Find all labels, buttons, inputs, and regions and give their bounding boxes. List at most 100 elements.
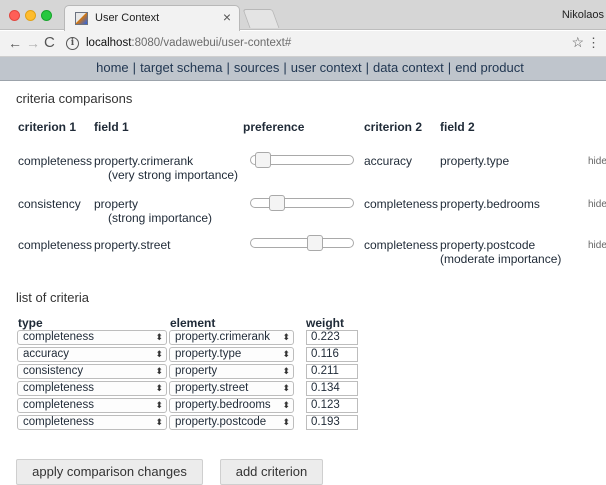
select-arrows-icon: ⬍ <box>282 417 290 427</box>
select-arrows-icon: ⬍ <box>282 400 290 410</box>
criteria-comparisons-title: criteria comparisons <box>16 91 133 106</box>
criterion-type-select[interactable]: completeness ⬍ <box>17 398 167 413</box>
tab-close-icon[interactable]: × <box>223 9 231 25</box>
criterion-type-select[interactable]: accuracy ⬍ <box>17 347 167 362</box>
criterion-element-select[interactable]: property.bedrooms ⬍ <box>169 398 294 413</box>
hide-comparison-link[interactable]: hide <box>588 199 606 210</box>
comparison-criterion-1: completeness <box>18 154 93 168</box>
new-tab-button[interactable] <box>242 9 280 28</box>
apply-comparison-changes-button[interactable]: apply comparison changes <box>16 459 203 485</box>
nav-separator: | <box>365 60 369 75</box>
header-field-1: field 1 <box>94 120 129 134</box>
criterion-weight-field[interactable]: 0.193 <box>306 415 358 430</box>
nav-user-context[interactable]: user context <box>291 60 362 75</box>
header-preference: preference <box>243 120 305 134</box>
criterion-weight-field[interactable]: 0.123 <box>306 398 358 413</box>
select-arrows-icon: ⬍ <box>155 349 163 359</box>
header-weight: weight <box>306 316 344 330</box>
url-host: localhost <box>86 37 132 49</box>
criterion-element-select[interactable]: property.type ⬍ <box>169 347 294 362</box>
nav-end-product[interactable]: end product <box>455 60 524 75</box>
browser-toolbar: ← → C i localhost:8080/vadawebui/user-co… <box>0 31 606 57</box>
select-arrows-icon: ⬍ <box>282 349 290 359</box>
criterion-weight-field[interactable]: 0.134 <box>306 381 358 396</box>
selected-value: completeness <box>23 399 94 411</box>
select-arrows-icon: ⬍ <box>155 366 163 376</box>
browser-tab-user-context[interactable]: User Context × <box>64 5 240 31</box>
selected-value: completeness <box>23 331 94 343</box>
comparison-criterion-2: completeness <box>364 197 439 211</box>
header-criterion-2: criterion 2 <box>364 120 423 134</box>
comparison-importance-note: (very strong importance) <box>108 168 239 182</box>
address-bar[interactable]: localhost:8080/vadawebui/user-context# <box>86 37 291 49</box>
preference-slider[interactable] <box>250 235 354 251</box>
page-favicon-icon <box>75 12 88 25</box>
bookmark-star-icon[interactable]: ☆ <box>571 34 584 51</box>
comparison-field-2: property.type <box>440 154 510 168</box>
comparison-field-2: property.bedrooms <box>440 197 540 211</box>
select-arrows-icon: ⬍ <box>155 400 163 410</box>
comparison-field-1: property.crimerank <box>94 154 194 168</box>
criterion-type-select[interactable]: consistency ⬍ <box>17 364 167 379</box>
selected-value: property.street <box>175 382 249 394</box>
profile-name[interactable]: Nikolaos <box>562 9 604 21</box>
tab-title: User Context <box>95 12 160 24</box>
selected-value: property.postcode <box>175 416 267 428</box>
add-criterion-button[interactable]: add criterion <box>220 459 323 485</box>
criterion-element-select[interactable]: property.street ⬍ <box>169 381 294 396</box>
preference-slider[interactable] <box>250 152 354 168</box>
nav-separator: | <box>226 60 230 75</box>
window-maximize-button[interactable] <box>41 10 52 21</box>
window-minimize-button[interactable] <box>25 10 36 21</box>
criterion-weight-field[interactable]: 0.116 <box>306 347 358 362</box>
criterion-weight-field[interactable]: 0.223 <box>306 330 358 345</box>
comparison-criterion-2: completeness <box>364 238 439 252</box>
url-path: :8080/vadawebui/user-context# <box>131 37 292 49</box>
comparison-importance-note: (moderate importance) <box>440 252 562 266</box>
comparison-criterion-2: accuracy <box>364 154 413 168</box>
criterion-element-select[interactable]: property.crimerank ⬍ <box>169 330 294 345</box>
list-of-criteria-title: list of criteria <box>16 290 89 305</box>
nav-separator: | <box>283 60 287 75</box>
nav-home[interactable]: home <box>96 60 129 75</box>
criterion-weight-field[interactable]: 0.211 <box>306 364 358 379</box>
preference-slider-thumb[interactable] <box>307 235 324 251</box>
selected-value: accuracy <box>23 348 70 360</box>
selected-value: property.crimerank <box>175 331 271 343</box>
selected-value: completeness <box>23 416 94 428</box>
selected-value: property.type <box>175 348 242 360</box>
header-type: type <box>18 316 43 330</box>
forward-arrow-icon[interactable]: → <box>26 35 40 51</box>
site-info-icon[interactable]: i <box>66 37 79 50</box>
preference-slider-thumb[interactable] <box>255 152 272 168</box>
nav-separator: | <box>447 60 452 75</box>
select-arrows-icon: ⬍ <box>282 366 290 376</box>
criterion-type-select[interactable]: completeness ⬍ <box>17 415 167 430</box>
comparison-importance-note: (strong importance) <box>108 211 213 225</box>
window-close-button[interactable] <box>9 10 20 21</box>
preference-slider-thumb[interactable] <box>268 195 285 211</box>
nav-separator: | <box>132 60 137 75</box>
select-arrows-icon: ⬍ <box>282 383 290 393</box>
header-element: element <box>170 316 216 330</box>
criterion-type-select[interactable]: completeness ⬍ <box>17 330 167 345</box>
back-arrow-icon[interactable]: ← <box>8 35 22 51</box>
hide-comparison-link[interactable]: hide <box>588 156 606 167</box>
criterion-element-select[interactable]: property.postcode ⬍ <box>169 415 294 430</box>
nav-target-schema[interactable]: target schema <box>140 60 222 75</box>
browser-tab-bar: User Context × Nikolaos <box>0 0 606 31</box>
comparison-criterion-1: consistency <box>18 197 81 211</box>
preference-slider[interactable] <box>250 195 354 211</box>
nav-sources[interactable]: sources <box>234 60 280 75</box>
nav-data-context[interactable]: data context <box>373 60 444 75</box>
select-arrows-icon: ⬍ <box>155 332 163 342</box>
select-arrows-icon: ⬍ <box>155 383 163 393</box>
hide-comparison-link[interactable]: hide <box>588 240 606 251</box>
selected-value: consistency <box>23 365 84 377</box>
criterion-element-select[interactable]: property ⬍ <box>169 364 294 379</box>
select-arrows-icon: ⬍ <box>282 332 290 342</box>
reload-icon[interactable]: C <box>44 35 55 51</box>
browser-menu-icon[interactable]: ⋮ <box>587 35 600 51</box>
comparison-criterion-1: completeness <box>18 238 93 252</box>
criterion-type-select[interactable]: completeness ⬍ <box>17 381 167 396</box>
